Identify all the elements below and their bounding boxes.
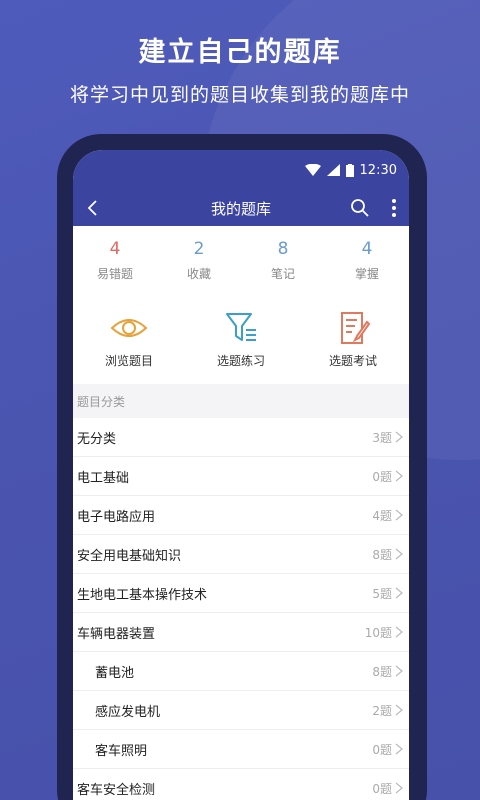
app-bar: 我的题库	[73, 190, 409, 226]
stat-wrong[interactable]: 4 易错题	[73, 238, 157, 292]
category-name: 电子电路应用	[77, 509, 156, 525]
stat-value: 8	[277, 239, 289, 259]
chevron-right-icon	[395, 587, 403, 599]
action-label: 选题练习	[216, 354, 265, 368]
chevron-right-icon	[395, 509, 403, 521]
chevron-right-icon	[395, 743, 403, 755]
wifi-icon	[304, 164, 321, 176]
stat-value: 4	[361, 239, 373, 259]
phone-screen: 12:30 我的题库 4 易错题 2 收藏 8 笔记 4 掌握 浏览题目 选题练…	[73, 150, 409, 800]
category-name: 无分类	[77, 431, 117, 447]
status-bar: 12:30	[73, 150, 409, 190]
action-label: 选题考试	[328, 354, 377, 368]
filter-list-icon	[226, 313, 256, 341]
category-count: 4题	[372, 508, 392, 523]
promo-headline: 建立自己的题库	[138, 37, 342, 68]
category-name: 电工基础	[77, 470, 130, 486]
list-item[interactable]: 客车安全检测 0题	[73, 769, 409, 800]
category-name: 客车照明	[95, 743, 148, 759]
search-icon[interactable]	[349, 197, 371, 219]
category-count: 0题	[372, 781, 392, 796]
list-item[interactable]: 电子电路应用 4题	[73, 496, 409, 535]
status-time: 12:30	[359, 162, 397, 178]
category-name: 生地电工基本操作技术	[77, 587, 208, 603]
chevron-right-icon	[395, 626, 403, 638]
category-name: 安全用电基础知识	[77, 548, 182, 564]
section-header: 题目分类	[73, 384, 409, 418]
eye-icon	[110, 319, 148, 337]
browse-questions-button[interactable]: 浏览题目	[73, 310, 185, 384]
stat-label: 掌握	[354, 267, 379, 281]
stat-label: 易错题	[96, 267, 133, 281]
category-count: 0题	[372, 469, 392, 484]
list-item[interactable]: 车辆电器装置 10题	[73, 613, 409, 652]
stats-bar: 4 易错题 2 收藏 8 笔记 4 掌握	[73, 226, 409, 292]
more-vert-icon[interactable]	[387, 197, 401, 219]
back-arrow-icon[interactable]	[81, 196, 105, 220]
action-bar: 浏览题目 选题练习 选题考试	[73, 292, 409, 384]
category-count: 8题	[372, 664, 392, 679]
list-item[interactable]: 感应发电机 2题	[73, 691, 409, 730]
category-count: 5题	[372, 586, 392, 601]
chevron-right-icon	[395, 548, 403, 560]
action-label: 浏览题目	[104, 354, 153, 368]
category-name: 感应发电机	[95, 704, 161, 720]
category-count: 10题	[364, 625, 392, 640]
chevron-right-icon	[395, 704, 403, 716]
list-item[interactable]: 无分类 3题	[73, 418, 409, 457]
stat-value: 2	[193, 239, 205, 259]
list-item[interactable]: 客车照明 0题	[73, 730, 409, 769]
list-item[interactable]: 生地电工基本操作技术 5题	[73, 574, 409, 613]
chevron-right-icon	[395, 431, 403, 443]
chevron-right-icon	[395, 782, 403, 794]
select-exam-button[interactable]: 选题考试	[297, 310, 409, 384]
stat-label: 笔记	[270, 267, 295, 281]
battery-icon	[345, 163, 354, 177]
stat-notes[interactable]: 8 笔记	[241, 238, 325, 292]
category-name: 客车安全检测	[77, 782, 156, 798]
list-item[interactable]: 蓄电池 8题	[73, 652, 409, 691]
stat-value: 4	[109, 239, 121, 259]
category-list: 无分类 3题 电工基础 0题 电子电路应用 4题 安全用电基础知识 8题 生地电…	[73, 418, 409, 800]
chevron-right-icon	[395, 665, 403, 677]
list-item[interactable]: 电工基础 0题	[73, 457, 409, 496]
signal-icon	[326, 164, 340, 176]
stat-mastered[interactable]: 4 掌握	[325, 238, 409, 292]
select-practice-button[interactable]: 选题练习	[185, 310, 297, 384]
category-count: 0题	[372, 742, 392, 757]
stat-label: 收藏	[186, 267, 211, 281]
category-name: 车辆电器装置	[77, 626, 156, 642]
document-edit-icon	[341, 312, 371, 344]
list-item[interactable]: 安全用电基础知识 8题	[73, 535, 409, 574]
category-count: 3题	[372, 430, 392, 445]
promo-subline: 将学习中见到的题目收集到我的题库中	[69, 84, 410, 106]
chevron-right-icon	[395, 470, 403, 482]
stat-favorites[interactable]: 2 收藏	[157, 238, 241, 292]
category-count: 2题	[372, 703, 392, 718]
category-count: 8题	[372, 547, 392, 562]
category-name: 蓄电池	[95, 665, 135, 681]
